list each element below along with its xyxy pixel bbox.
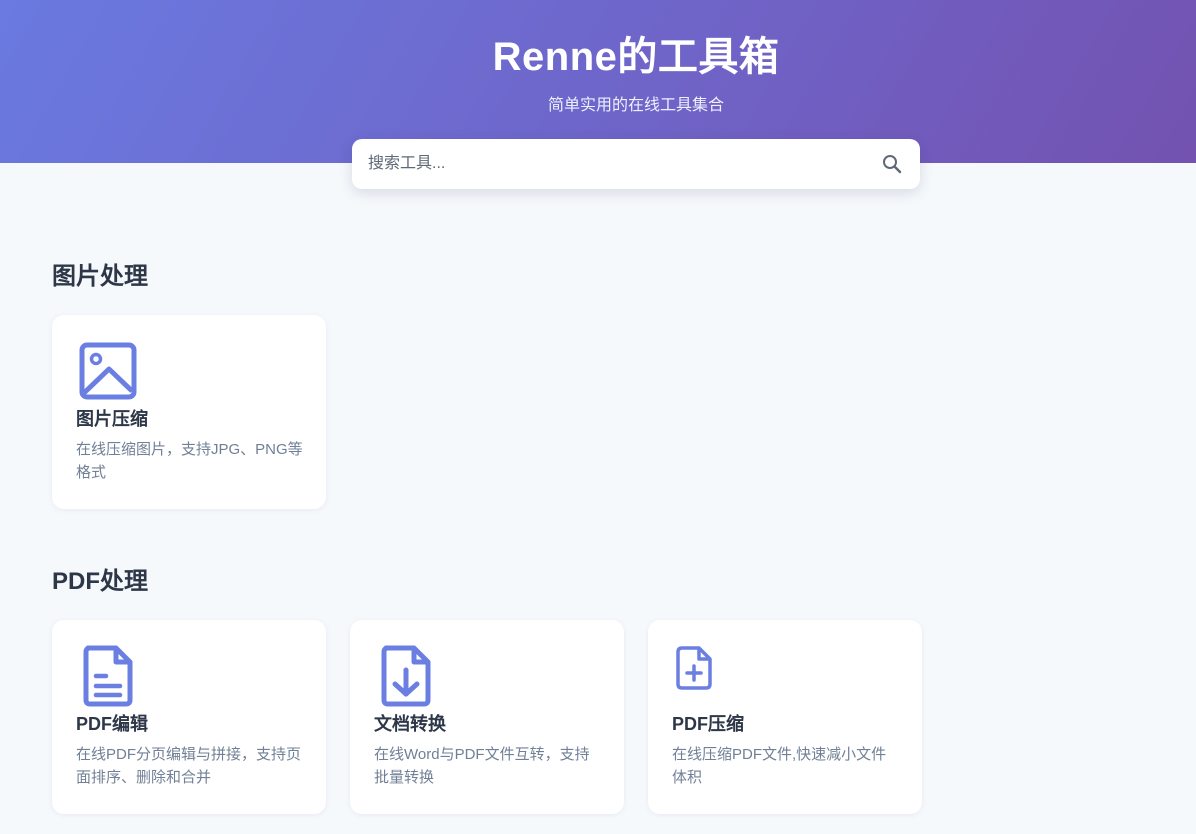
search-input[interactable] xyxy=(352,139,872,189)
search-bar xyxy=(352,139,920,189)
image-icon xyxy=(76,339,140,403)
tool-card-title: PDF编辑 xyxy=(76,714,148,734)
tool-card-description: 在线PDF分页编辑与拼接，支持页面排序、删除和合并 xyxy=(76,746,302,786)
tool-card-title: 文档转换 xyxy=(374,714,446,734)
document-text-icon xyxy=(76,644,140,708)
tool-card-description: 在线Word与PDF文件互转，支持批量转换 xyxy=(374,746,590,786)
tool-card-description: 在线压缩图片，支持JPG、PNG等格式 xyxy=(76,441,303,481)
tool-card-image-compress[interactable]: 图片压缩 在线压缩图片，支持JPG、PNG等格式 xyxy=(52,315,326,509)
tool-card-pdf-edit[interactable]: PDF编辑 在线PDF分页编辑与拼接，支持页面排序、删除和合并 xyxy=(52,620,326,814)
tool-card-title: 图片压缩 xyxy=(76,409,148,429)
page-subtitle: 简单实用的在线工具集合 xyxy=(547,97,724,114)
section-title-pdf: PDF处理 xyxy=(52,568,148,595)
tool-card-pdf-compress[interactable]: PDF压缩 在线压缩PDF文件,快速减小文件体积 xyxy=(648,620,922,814)
tool-card-description: 在线压缩PDF文件,快速减小文件体积 xyxy=(672,746,887,786)
page-title: Renne的工具箱 xyxy=(492,35,780,79)
document-add-icon xyxy=(672,644,736,708)
search-icon[interactable] xyxy=(880,152,904,176)
section-title-image: 图片处理 xyxy=(52,263,148,290)
tool-card-title: PDF压缩 xyxy=(672,714,744,734)
tool-card-doc-convert[interactable]: 文档转换 在线Word与PDF文件互转，支持批量转换 xyxy=(350,620,624,814)
document-download-icon xyxy=(374,644,438,708)
